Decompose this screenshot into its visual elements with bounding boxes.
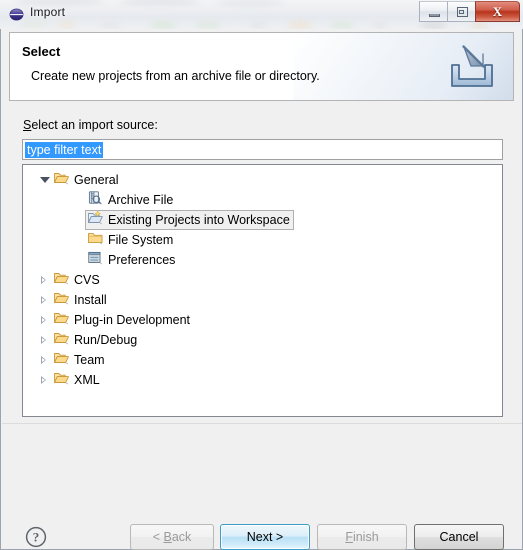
tree-item-archive-file[interactable]: Archive File xyxy=(23,190,502,210)
back-button-prefix: < xyxy=(152,530,164,544)
folder-open-icon xyxy=(53,310,71,330)
minimize-icon xyxy=(429,14,440,17)
tree-item-cvs[interactable]: CVS xyxy=(23,270,502,290)
chevron-down-icon[interactable] xyxy=(37,170,53,190)
tree-item-preferences[interactable]: Preferences xyxy=(23,250,502,270)
tree-item-plug-in-development[interactable]: Plug-in Development xyxy=(23,310,502,330)
folder-open-icon xyxy=(53,270,71,290)
back-button-suffix: ack xyxy=(171,530,192,544)
chevron-right-icon[interactable] xyxy=(37,290,53,310)
finish-button[interactable]: Finish xyxy=(317,524,407,550)
dialog-body: Select Create new projects from an archi… xyxy=(0,29,523,550)
source-label-rest: elect an import source: xyxy=(31,118,158,132)
eclipse-globe-icon xyxy=(9,7,24,22)
chevron-right-icon[interactable] xyxy=(37,270,53,290)
back-button-mnemonic: B xyxy=(163,530,172,544)
window-title: Import xyxy=(30,5,66,19)
tree-item-general[interactable]: General xyxy=(23,170,502,190)
archive-file-icon xyxy=(87,190,105,210)
page-title: Select xyxy=(22,44,61,59)
folder-open-icon xyxy=(53,370,71,390)
finish-button-mnemonic: F xyxy=(345,530,353,544)
filter-input[interactable]: type filter text xyxy=(22,139,503,160)
chevron-right-icon[interactable] xyxy=(37,310,53,330)
cancel-button[interactable]: Cancel xyxy=(414,524,504,550)
help-question-icon[interactable]: ? xyxy=(25,526,47,548)
tree-item-team[interactable]: Team xyxy=(23,350,502,370)
tree-item-label: Existing Projects into Workspace xyxy=(108,213,290,227)
tree-item-label: Preferences xyxy=(108,253,176,267)
import-project-icon xyxy=(87,210,105,230)
tree-item-label: CVS xyxy=(74,273,100,287)
tree-list: General Archive File Existing Projects int… xyxy=(23,170,502,390)
tree-item-label: Plug-in Development xyxy=(74,313,191,327)
tree-item-label: Run/Debug xyxy=(74,333,138,347)
dialog-footer: ? < Back Next > Finish Cancel xyxy=(1,424,522,550)
preferences-icon xyxy=(87,250,105,270)
window-controls: X xyxy=(419,1,520,23)
tree-item-label: Install xyxy=(74,293,107,307)
page-description: Create new projects from an archive file… xyxy=(31,69,320,83)
cancel-button-label: Cancel xyxy=(439,530,479,544)
back-button[interactable]: < Back xyxy=(130,524,214,550)
finish-button-suffix: inish xyxy=(352,530,379,544)
folder-icon xyxy=(87,230,105,250)
next-button-label: Next > xyxy=(246,530,284,544)
wizard-header: Select Create new projects from an archi… xyxy=(9,32,514,101)
chevron-right-icon[interactable] xyxy=(37,350,53,370)
import-arrow-icon xyxy=(443,41,501,93)
import-wizard-dialog: Import X Select Create new projects from… xyxy=(0,0,523,550)
tree-item-label: General xyxy=(74,173,119,187)
next-button[interactable]: Next > xyxy=(220,524,310,550)
tree-item-label: Archive File xyxy=(108,193,174,207)
minimize-button[interactable] xyxy=(419,1,448,22)
import-source-tree[interactable]: General Archive File Existing Projects int… xyxy=(22,164,503,417)
tree-item-xml[interactable]: XML xyxy=(23,370,502,390)
tree-item-run-debug[interactable]: Run/Debug xyxy=(23,330,502,350)
tree-item-label: File System xyxy=(108,233,174,247)
close-button[interactable]: X xyxy=(475,1,520,22)
title-bar[interactable]: Import X xyxy=(0,0,523,29)
restore-button[interactable] xyxy=(447,1,476,22)
tree-item-label: XML xyxy=(74,373,100,387)
filter-input-value[interactable]: type filter text xyxy=(25,142,104,158)
tree-item-existing-projects-into-workspace[interactable]: Existing Projects into Workspace xyxy=(23,210,502,230)
tree-item-file-system[interactable]: File System xyxy=(23,230,502,250)
chevron-right-icon[interactable] xyxy=(37,370,53,390)
svg-text:?: ? xyxy=(33,530,40,545)
chevron-right-icon[interactable] xyxy=(37,330,53,350)
folder-open-icon xyxy=(53,170,71,190)
tree-item-install[interactable]: Install xyxy=(23,290,502,310)
tree-item-label: Team xyxy=(74,353,105,367)
source-label: Select an import source: xyxy=(23,118,158,132)
close-icon: X xyxy=(492,4,503,19)
folder-open-icon xyxy=(53,350,71,370)
folder-open-icon xyxy=(53,330,71,350)
folder-open-icon xyxy=(53,290,71,310)
